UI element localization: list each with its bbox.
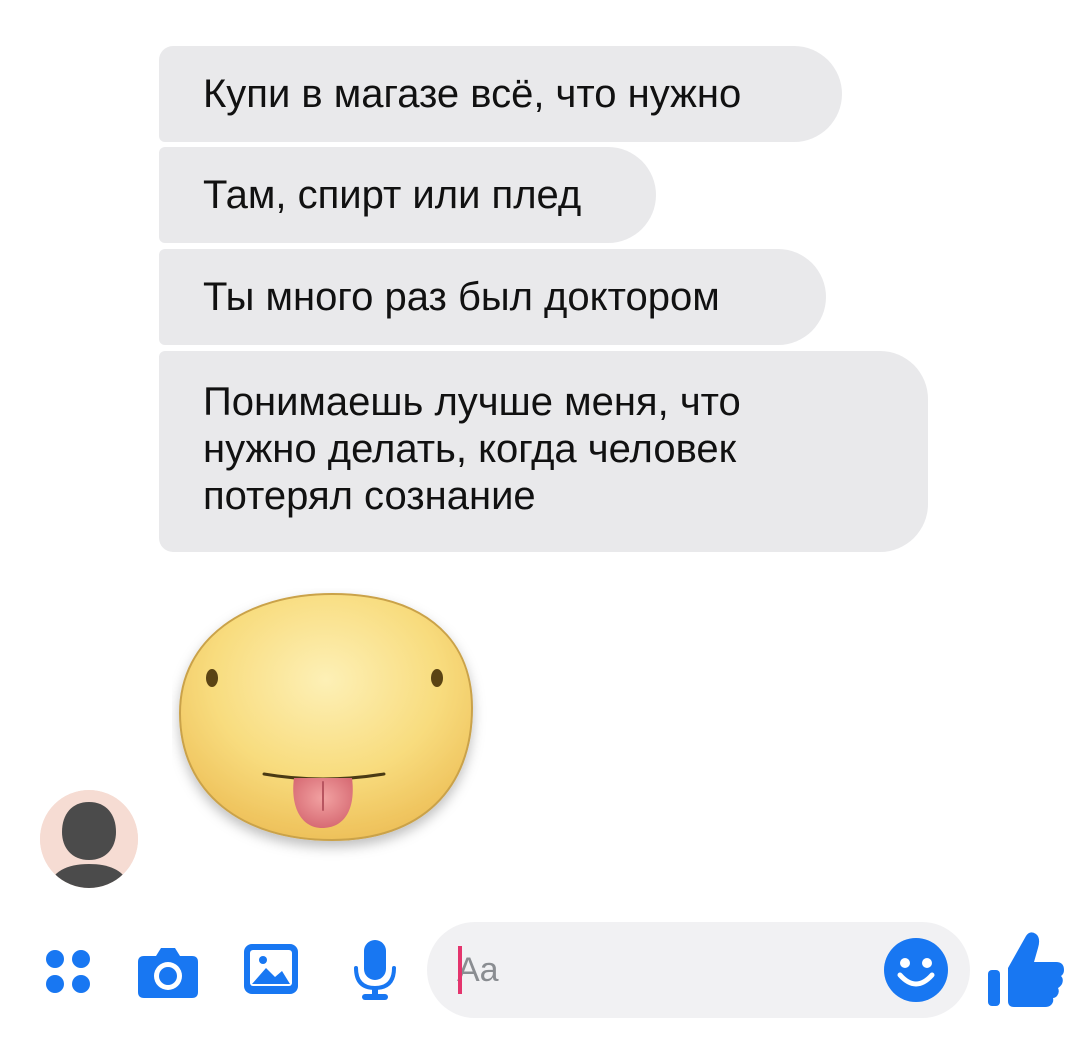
thumbs-up-icon[interactable] (986, 928, 1066, 1010)
apps-icon[interactable] (42, 944, 98, 1000)
message-bubble[interactable]: Ты много раз был доктором (159, 249, 826, 345)
camera-icon[interactable] (136, 942, 200, 1000)
message-bubble[interactable]: Там, спирт или плед (159, 147, 656, 243)
emoji-icon[interactable] (883, 937, 949, 1003)
message-bubble[interactable]: Понимаешь лучше меня, что нужно делать, … (159, 351, 928, 552)
avatar[interactable] (40, 790, 138, 888)
sticker-image (178, 592, 474, 842)
microphone-icon[interactable] (350, 938, 400, 1002)
message-composer[interactable] (427, 922, 970, 1018)
message-bubble[interactable]: Купи в магазе всё, что нужно (159, 46, 842, 142)
default-person-icon (40, 790, 138, 888)
message-input[interactable] (457, 944, 867, 996)
tongue-out-face-sticker[interactable] (172, 588, 492, 868)
gallery-icon[interactable] (242, 940, 300, 998)
text-caret (458, 946, 462, 994)
